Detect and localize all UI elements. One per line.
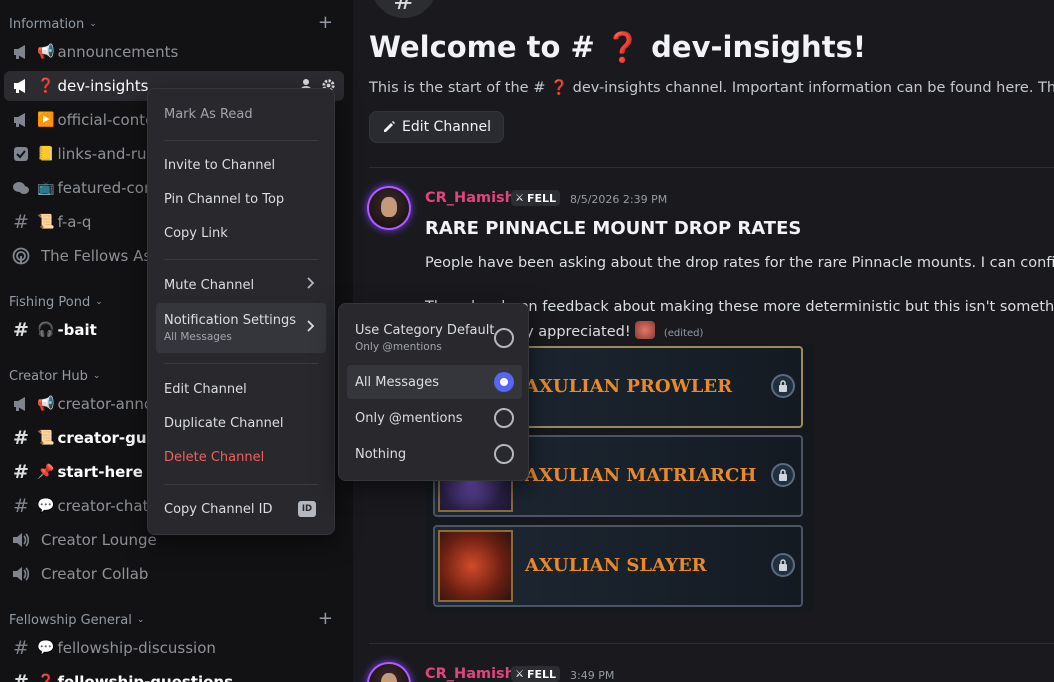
sword-icon: ⚔	[515, 192, 524, 204]
speaker-icon	[10, 529, 32, 551]
add-channel-icon[interactable]: +	[318, 14, 333, 32]
forum-icon	[10, 177, 32, 199]
channel-announcements[interactable]: 📢 announcements	[4, 37, 344, 67]
avatar[interactable]	[369, 664, 409, 682]
chevron-down-icon: ⌄	[89, 19, 97, 29]
notification-settings-item[interactable]: Notification Settings All Messages	[156, 303, 326, 353]
menu-separator	[164, 363, 318, 364]
hashtag-icon: #	[13, 461, 29, 483]
message-author[interactable]: CR_Hamish	[425, 190, 515, 206]
checkbox-icon	[10, 143, 32, 165]
category-fishing-pond[interactable]: Fishing Pond ⌄	[9, 293, 103, 311]
menu-separator	[164, 259, 318, 260]
id-icon: ID	[298, 501, 316, 517]
mute-channel-item[interactable]: Mute Channel	[156, 270, 326, 300]
message-timestamp: 8/5/2026 2:39 PM	[570, 193, 668, 206]
chevron-right-icon	[306, 277, 315, 293]
menu-separator	[164, 484, 318, 485]
edit-channel-item[interactable]: Edit Channel	[156, 374, 326, 404]
lock-icon	[771, 463, 795, 487]
hashtag-icon: #	[13, 495, 29, 517]
option-all-messages[interactable]: All Messages	[347, 365, 522, 399]
message-author[interactable]: CR_Hamish	[425, 666, 515, 682]
chevron-down-icon: ⌄	[136, 615, 145, 625]
option-nothing[interactable]: Nothing	[347, 437, 522, 471]
chevron-down-icon: ⌄	[92, 371, 101, 381]
mount-thumbnail	[438, 530, 513, 602]
radio-button[interactable]	[494, 444, 514, 464]
hashtag-icon: #	[13, 211, 29, 233]
invite-to-channel-item[interactable]: Invite to Channel	[156, 150, 326, 180]
server-tag[interactable]: ⚔ FELL	[511, 666, 561, 682]
megaphone-icon	[10, 393, 32, 415]
hashtag-icon: #	[13, 637, 29, 659]
channel-fellowship-questions[interactable]: # ❓ fellowship-questions	[4, 667, 344, 682]
delete-channel-item[interactable]: Delete Channel	[156, 442, 326, 472]
category-creator-hub[interactable]: Creator Hub ⌄	[9, 367, 100, 385]
channel-context-menu: Mark As Read Invite to Channel Pin Chann…	[147, 88, 335, 535]
channel-fellowship-discussion[interactable]: # 💬 fellowship-discussion	[4, 633, 344, 663]
radio-button-selected[interactable]	[494, 372, 514, 392]
divider	[369, 167, 1054, 168]
add-channel-icon[interactable]: +	[318, 610, 333, 628]
hashtag-icon: #	[393, 0, 415, 16]
category-information[interactable]: Information ⌄	[9, 15, 97, 33]
emoji-icon	[635, 321, 656, 339]
channel-hash-bubble: #	[371, 0, 437, 18]
edit-channel-button[interactable]: Edit Channel	[369, 111, 505, 143]
hashtag-icon: #	[13, 319, 29, 341]
notification-settings-submenu: Use Category Default Only @mentions All …	[338, 303, 529, 481]
divider	[369, 643, 1054, 644]
copy-channel-id-item[interactable]: Copy Channel ID ID	[156, 494, 326, 524]
lock-icon	[771, 553, 795, 577]
message-timestamp: 3:49 PM	[570, 669, 615, 682]
stage-icon	[10, 245, 32, 267]
hashtag-icon: #	[13, 671, 29, 682]
chevron-down-icon: ⌄	[95, 297, 103, 307]
option-use-category-default[interactable]: Use Category Default Only @mentions	[347, 315, 522, 361]
notification-current-value: All Messages	[164, 331, 232, 343]
pin-channel-item[interactable]: Pin Channel to Top	[156, 184, 326, 214]
menu-separator	[164, 140, 318, 141]
radio-button[interactable]	[494, 408, 514, 428]
avatar[interactable]	[369, 188, 409, 228]
lock-icon	[771, 374, 795, 398]
channel-intro-text: This is the start of the # ❓ dev-insight…	[369, 80, 1054, 96]
pencil-icon	[384, 121, 395, 132]
chevron-right-icon	[306, 320, 315, 336]
message-heading: RARE PINNACLE MOUNT DROP RATES	[425, 218, 802, 239]
mount-card[interactable]: AXULIAN SLAYER	[433, 525, 803, 607]
copy-link-item[interactable]: Copy Link	[156, 218, 326, 248]
megaphone-icon	[10, 109, 32, 131]
hashtag-icon: #	[13, 427, 29, 449]
channel-creator-collab[interactable]: Creator Collab	[4, 559, 344, 589]
duplicate-channel-item[interactable]: Duplicate Channel	[156, 408, 326, 438]
megaphone-icon	[10, 75, 32, 97]
welcome-title: Welcome to # ❓ dev-insights!	[369, 30, 867, 64]
server-tag[interactable]: ⚔ FELL	[511, 190, 561, 206]
radio-button[interactable]	[494, 328, 514, 348]
speaker-icon	[10, 563, 32, 585]
mark-as-read-item[interactable]: Mark As Read	[156, 99, 326, 129]
category-fellowship-general[interactable]: Fellowship General ⌄	[9, 611, 144, 629]
option-only-mentions[interactable]: Only @mentions	[347, 401, 522, 435]
sword-icon: ⚔	[515, 668, 524, 680]
message-text-line: People have been asking about the drop r…	[425, 255, 1054, 271]
edited-label: (edited)	[663, 328, 704, 339]
megaphone-icon	[10, 41, 32, 63]
